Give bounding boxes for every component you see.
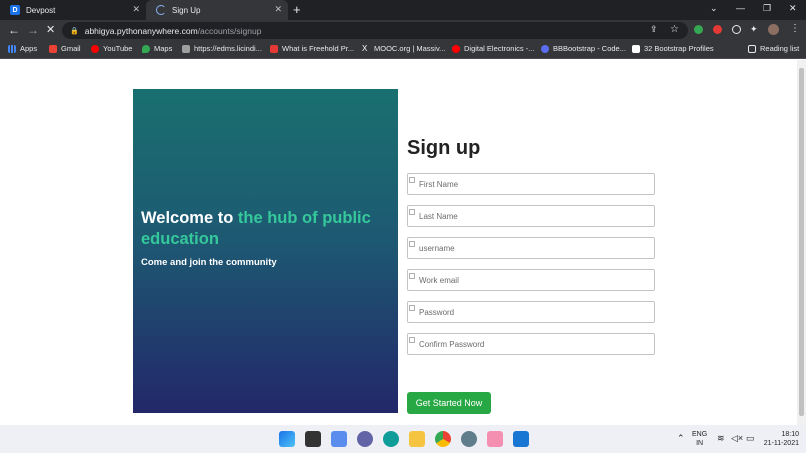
scrollbar-thumb[interactable] [799,68,804,416]
chevron-up-icon[interactable]: ⌃ [677,434,685,443]
window-close-icon[interactable]: ✕ [789,3,797,14]
menu-dots-icon[interactable]: ⋮ [790,23,800,34]
settings-gear-icon[interactable] [461,431,477,447]
apps-grid-icon [8,44,16,53]
loading-spinner-icon [156,5,166,15]
extension-red-icon[interactable] [713,25,722,34]
devpost-favicon-icon: D [10,5,20,15]
first-name-field[interactable]: First Name [407,173,655,195]
browser-toolbar: ← → ✕ 🔒 abhigya.pythonanywhere.com/accou… [0,20,806,41]
store-icon[interactable] [513,431,529,447]
edms-icon [182,44,190,53]
hero-heading: Welcome to the hub of public education [141,209,371,248]
bookmark-gmail[interactable]: Gmail [49,44,81,53]
windows-taskbar: ⌃ ENG IN ≋ ◁× ▭ 18:10 21-11-2021 [0,425,806,453]
f-icon [632,44,640,53]
confirm-password-field[interactable]: Confirm Password [407,333,655,355]
task-view-icon[interactable] [331,431,347,447]
wifi-icon[interactable]: ≋ [717,434,725,443]
tab-devpost[interactable]: D Devpost ✕ [0,0,146,20]
page-scrollbar[interactable] [797,60,806,425]
share-icon[interactable]: ⇪ [650,24,658,35]
youtube-icon [91,44,99,53]
bookmark-apps[interactable]: Apps [8,44,37,53]
password-field[interactable]: Password [407,301,655,323]
browser-tab-bar: D Devpost ✕ Sign Up ✕ + ⌄ — ❐ ✕ [0,0,806,20]
bookmark-mooc[interactable]: X MOOC.org | Massiv... [362,44,445,53]
clock[interactable]: 18:10 21-11-2021 [763,430,799,448]
username-field[interactable]: username [407,237,655,259]
close-tab-icon[interactable]: ✕ [274,4,282,15]
profile-avatar-icon[interactable] [768,24,779,35]
bbbootstrap-icon [541,44,549,53]
start-menu-icon[interactable] [279,431,295,447]
url-host: abhigya.pythonanywhere.com [84,25,198,36]
url-path: /accounts/signup [197,25,262,36]
et-icon [270,44,278,53]
hero-panel: Welcome to the hub of public education C… [133,89,398,413]
tab-title: Sign Up [172,5,201,15]
reading-list[interactable]: Reading list [748,44,799,53]
tab-sign-up[interactable]: Sign Up ✕ [146,0,288,20]
bookmark-maps[interactable]: Maps [142,44,172,53]
snipping-tool-icon[interactable] [487,431,503,447]
back-arrow-icon[interactable]: ← [8,23,20,37]
language-indicator[interactable]: ENG IN [692,430,707,448]
chat-icon[interactable] [357,431,373,447]
last-name-field[interactable]: Last Name [407,205,655,227]
file-explorer-icon[interactable] [409,431,425,447]
bookmark-edms[interactable]: https://edms.licindi... [182,44,262,53]
page-title: Sign up [407,137,481,159]
chrome-icon[interactable] [435,431,451,447]
page-viewport [0,60,797,425]
bookmark-bbbootstrap[interactable]: BBBootstrap - Code... [541,44,626,53]
volume-muted-icon[interactable]: ◁× [731,434,743,443]
minimize-icon[interactable]: — [736,3,745,13]
bookmark-bootstrap-profiles[interactable]: 32 Bootstrap Profiles [632,44,714,53]
stop-loading-icon[interactable]: ✕ [46,23,55,36]
search-icon[interactable] [305,431,321,447]
bookmark-youtube[interactable]: YouTube [91,44,132,53]
tab-title: Devpost [26,5,56,15]
gmail-icon [49,44,57,53]
close-tab-icon[interactable]: ✕ [132,4,140,15]
extensions-puzzle-icon[interactable]: ✦ [750,24,758,35]
maps-pin-icon [142,44,150,53]
hero-subheading: Come and join the community [141,257,277,268]
extension-icon[interactable] [694,25,703,34]
battery-icon[interactable]: ▭ [746,434,755,443]
mooc-x-icon: X [362,43,368,53]
tab-search-chevron-icon[interactable]: ⌄ [710,3,718,14]
work-email-field[interactable]: Work email [407,269,655,291]
forward-arrow-icon[interactable]: → [27,23,39,37]
address-bar[interactable]: 🔒 abhigya.pythonanywhere.com/accounts/si… [62,22,688,39]
new-tab-plus-icon[interactable]: + [293,2,301,17]
lock-icon: 🔒 [70,27,79,35]
bookmark-star-icon[interactable]: ☆ [670,24,679,35]
bookmark-freehold[interactable]: What is Freehold Pr... [270,44,354,53]
bookmarks-bar: Apps Gmail YouTube Maps https://edms.lic… [0,41,806,59]
maximize-icon[interactable]: ❐ [763,3,771,14]
extension-grey-icon[interactable] [732,25,741,34]
bookmark-digital-electronics[interactable]: Digital Electronics -... [452,44,534,53]
reading-list-icon [748,44,756,53]
youtube-icon [452,44,460,53]
get-started-button[interactable]: Get Started Now [407,392,491,414]
edge-icon[interactable] [383,431,399,447]
